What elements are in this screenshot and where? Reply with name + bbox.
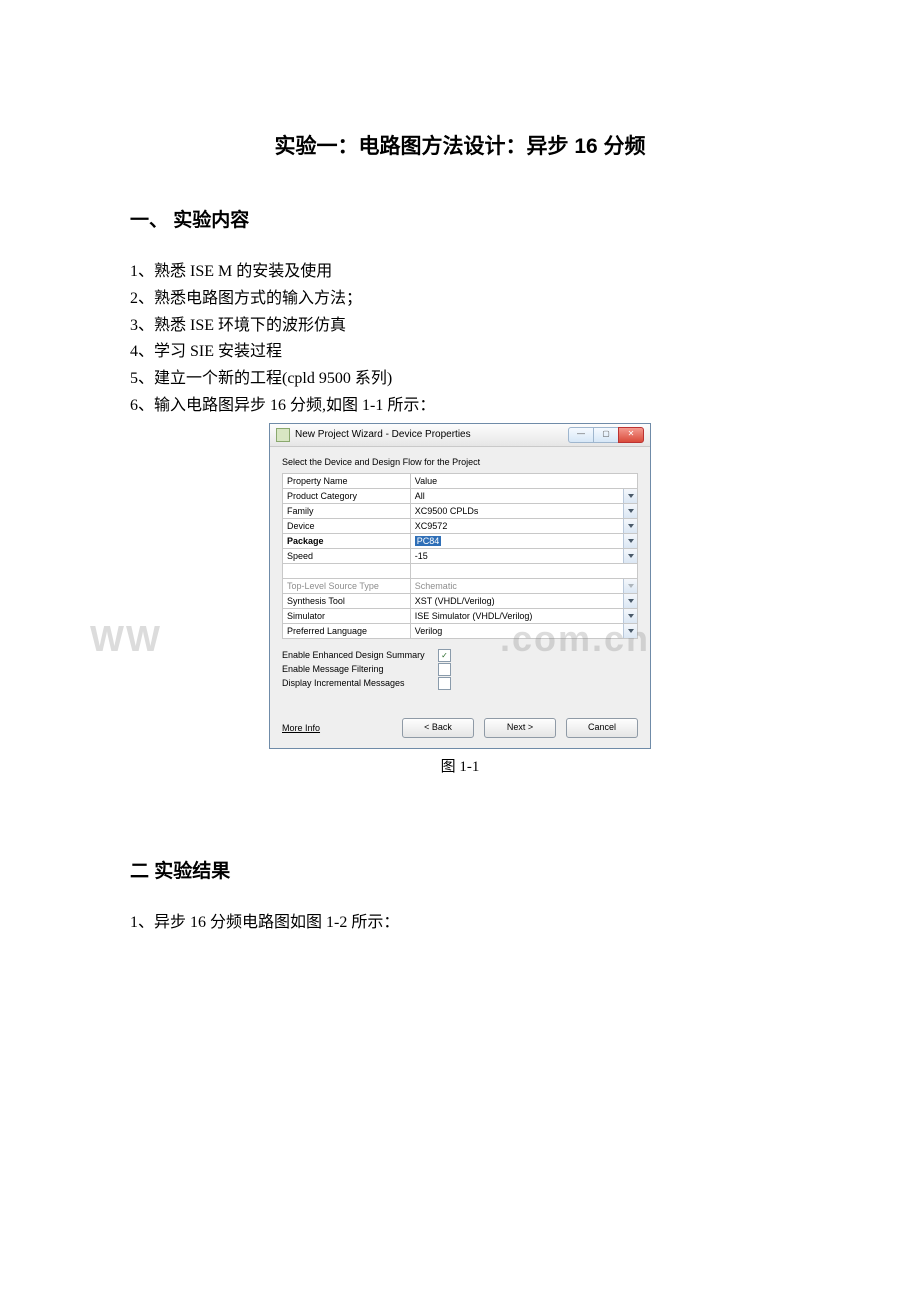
chevron-down-icon[interactable] <box>623 624 637 638</box>
chevron-down-icon[interactable] <box>623 594 637 608</box>
list-item: 3、熟悉 ISE 环境下的波形仿真 <box>130 314 790 339</box>
prop-name: Preferred Language <box>283 623 411 638</box>
table-row: Preferred Language Verilog <box>283 623 638 638</box>
figure-1-1: WW .com.cn New Project Wizard - Device P… <box>130 423 790 776</box>
list-item: 1、熟悉 ISE M 的安装及使用 <box>130 260 790 285</box>
list-item: 6、输入电路图异步 16 分频,如图 1-1 所示： <box>130 394 790 419</box>
col-header-name: Property Name <box>283 473 411 488</box>
chevron-down-icon[interactable] <box>623 519 637 533</box>
back-button[interactable]: < Back <box>402 718 474 738</box>
check-row: Display Incremental Messages <box>282 677 638 690</box>
enable-message-filtering-checkbox[interactable] <box>438 663 451 676</box>
table-row: Device XC9572 <box>283 518 638 533</box>
speed-select[interactable]: -15 <box>410 548 637 563</box>
display-incremental-messages-checkbox[interactable] <box>438 677 451 690</box>
dialog-instruction: Select the Device and Design Flow for th… <box>282 457 638 467</box>
table-row: Package PC84 <box>283 533 638 548</box>
prop-name: Product Category <box>283 488 411 503</box>
synthesis-tool-select[interactable]: XST (VHDL/Verilog) <box>410 593 637 608</box>
list-item: 5、建立一个新的工程(cpld 9500 系列) <box>130 367 790 392</box>
simulator-select[interactable]: ISE Simulator (VHDL/Verilog) <box>410 608 637 623</box>
app-icon <box>276 428 290 442</box>
prop-name: Simulator <box>283 608 411 623</box>
check-label: Display Incremental Messages <box>282 678 432 688</box>
watermark-left: WW <box>90 618 162 660</box>
prop-name: Top-Level Source Type <box>283 578 411 593</box>
prop-name: Speed <box>283 548 411 563</box>
list-item: 1、异步 16 分频电路图如图 1-2 所示： <box>130 911 790 936</box>
table-row: Synthesis Tool XST (VHDL/Verilog) <box>283 593 638 608</box>
top-level-source-select: Schematic <box>410 578 637 593</box>
prop-name: Family <box>283 503 411 518</box>
cancel-button[interactable]: Cancel <box>566 718 638 738</box>
chevron-down-icon[interactable] <box>623 609 637 623</box>
next-button[interactable]: Next > <box>484 718 556 738</box>
check-row: Enable Enhanced Design Summary ✓ <box>282 649 638 662</box>
prop-name: Synthesis Tool <box>283 593 411 608</box>
table-row: Family XC9500 CPLDs <box>283 503 638 518</box>
col-header-value: Value <box>410 473 637 488</box>
chevron-down-icon[interactable] <box>623 504 637 518</box>
package-select[interactable]: PC84 <box>410 533 637 548</box>
device-properties-table: Property Name Value Product Category All… <box>282 473 638 639</box>
chevron-down-icon <box>623 579 637 593</box>
chevron-down-icon[interactable] <box>623 534 637 548</box>
dialog-title: New Project Wizard - Device Properties <box>295 429 569 440</box>
dialog-titlebar[interactable]: New Project Wizard - Device Properties —… <box>270 424 650 447</box>
family-select[interactable]: XC9500 CPLDs <box>410 503 637 518</box>
close-button[interactable]: ✕ <box>618 427 644 443</box>
table-row: Top-Level Source Type Schematic <box>283 578 638 593</box>
chevron-down-icon[interactable] <box>623 549 637 563</box>
section-1-heading: 一、 实验内容 <box>130 205 790 232</box>
maximize-button[interactable]: ▢ <box>593 427 619 443</box>
prop-name: Device <box>283 518 411 533</box>
prop-name: Package <box>283 533 411 548</box>
more-info-link[interactable]: More Info <box>282 723 320 733</box>
table-row: Simulator ISE Simulator (VHDL/Verilog) <box>283 608 638 623</box>
page-title: 实验一：电路图方法设计：异步 16 分频 <box>130 130 790 160</box>
list-item: 2、熟悉电路图方式的输入方法； <box>130 287 790 312</box>
enable-enhanced-summary-checkbox[interactable]: ✓ <box>438 649 451 662</box>
minimize-button[interactable]: — <box>568 427 594 443</box>
figure-caption: 图 1-1 <box>130 755 790 776</box>
table-row: Speed -15 <box>283 548 638 563</box>
new-project-wizard-dialog: New Project Wizard - Device Properties —… <box>269 423 651 749</box>
list-item: 4、学习 SIE 安装过程 <box>130 340 790 365</box>
device-select[interactable]: XC9572 <box>410 518 637 533</box>
check-row: Enable Message Filtering <box>282 663 638 676</box>
product-category-select[interactable]: All <box>410 488 637 503</box>
chevron-down-icon[interactable] <box>623 489 637 503</box>
table-row: Product Category All <box>283 488 638 503</box>
preferred-language-select[interactable]: Verilog <box>410 623 637 638</box>
check-label: Enable Enhanced Design Summary <box>282 650 432 660</box>
check-label: Enable Message Filtering <box>282 664 432 674</box>
section-2-heading: 二 实验结果 <box>130 856 790 883</box>
